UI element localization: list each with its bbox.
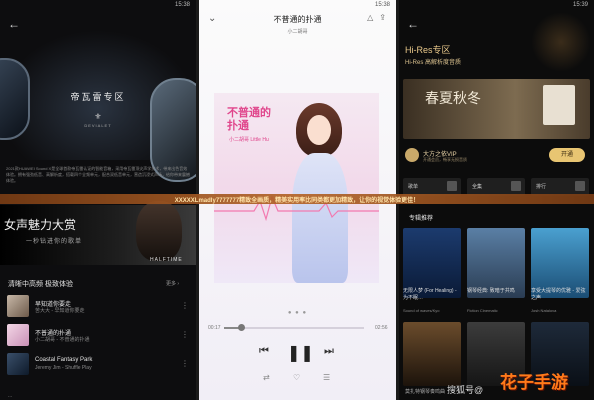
hero-banner: 帝瓦雷专区 ⚜ DEVIALET	[0, 30, 196, 182]
artist-name[interactable]: 小二胡哥	[199, 28, 396, 35]
section-title: 清晰中高频 极致体验	[8, 281, 73, 288]
status-bar: 15:38	[199, 0, 396, 9]
zone-description: 2021款HUAWEI Sound X是全球首款帝瓦雷认证的智能音箱，采用帝瓦雷…	[6, 166, 190, 183]
status-bar: 15:39	[399, 0, 594, 9]
playlist-icon[interactable]: ☰	[323, 373, 330, 382]
devialet-logo-icon: ⚜	[94, 112, 102, 121]
bottom-text: ...	[8, 393, 13, 399]
song-title: Coastal Fantasy Park	[35, 357, 93, 363]
category-thumb	[511, 181, 521, 191]
category-label: 排行	[536, 184, 547, 190]
zone-subtitle: Hi-Res 高解析度音质	[405, 60, 462, 66]
album-thumb	[7, 324, 29, 346]
status-time: 15:38	[174, 1, 190, 8]
album-thumb	[7, 353, 29, 375]
vip-description: 开通会员，畅享无损音质	[423, 157, 467, 162]
category-label: 全集	[472, 184, 483, 190]
album-card[interactable]: 享受大提琴的优雅 - 爱弦之声	[531, 228, 589, 301]
cover-subtitle: 小二胡哥 Little Hu	[229, 137, 269, 143]
overlay-caption-band: XXXXXLmadly7777777精致全画质，精美实用率比同类都更加精致，让你…	[0, 194, 594, 204]
back-arrow-icon[interactable]: ←	[8, 18, 20, 30]
watermark-text: 搜狐号@	[447, 385, 484, 395]
song-sub: 小二胡哥 - 不普通的扑通	[35, 337, 90, 343]
playlist-banner[interactable]: 女声魅力大赏 一秒钻进你的歌单 HALFTIME	[0, 201, 196, 265]
pause-icon[interactable]: ❚❚	[287, 343, 314, 363]
share-icon[interactable]: ⇪	[379, 13, 386, 22]
more-vert-icon[interactable]: ⋮	[181, 330, 189, 339]
banner-subtitle: 一秒钻进你的歌单	[26, 239, 83, 245]
vip-avatar	[405, 148, 419, 162]
album-cover: 不普通的 扑通 小二胡哥 Little Hu	[214, 93, 379, 283]
previous-icon[interactable]: ⏮	[259, 345, 269, 358]
more-vert-icon[interactable]: ⋮	[181, 301, 189, 310]
status-time: 15:39	[572, 1, 588, 8]
album-title: 享受大提琴的优雅 - 爱弦之声	[531, 288, 586, 301]
list-item[interactable]: Coastal Fantasy Park Jeremy Jim - Shuffl…	[7, 353, 191, 377]
time-total: 02:56	[375, 325, 388, 331]
featured-banner[interactable]: 春夏秋冬	[403, 79, 590, 139]
progress-knob[interactable]	[237, 324, 245, 331]
back-arrow-icon[interactable]: ←	[407, 18, 419, 30]
more-label: 更多	[166, 281, 177, 287]
open-vip-button[interactable]: 开通	[549, 148, 585, 162]
song-sub: Jeremy Jim - Shuffle Play	[35, 365, 92, 371]
category-thumb	[447, 181, 457, 191]
repeat-icon[interactable]: ⇄	[263, 373, 270, 382]
album-card[interactable]: 无限人梦 (For Healing) - 为不眠…	[403, 228, 461, 301]
list-item[interactable]: 不普通的扑通 小二胡哥 - 不普通的扑通 ⋮	[7, 324, 191, 348]
cover-singer-face	[307, 115, 331, 145]
more-vert-icon[interactable]: ⋮	[181, 359, 189, 368]
header-actions: △ ⇪	[367, 13, 386, 22]
cat-photo	[543, 85, 575, 125]
status-time: 15:38	[374, 1, 390, 8]
bottom-text: 莫扎特钢琴奏鸣曲	[405, 389, 446, 395]
section-title: 专辑推荐	[409, 216, 434, 222]
album-title: 无限人梦 (For Healing) - 为不眠…	[403, 288, 457, 301]
status-bar: 15:38	[0, 0, 196, 9]
cover-title-line1: 不普通的	[227, 107, 271, 119]
favorite-icon[interactable]: ♡	[293, 373, 300, 382]
category-thumb	[575, 181, 585, 191]
banner-tag: HALFTIME	[150, 257, 183, 263]
zone-title: 帝瓦雷专区	[70, 92, 126, 102]
album-artist: Josh Natalova	[531, 308, 557, 313]
banner-title: 春夏秋冬	[425, 91, 481, 107]
album-thumb	[7, 295, 29, 317]
album-card[interactable]	[403, 322, 461, 386]
song-sub: 苦大大 - 早知道你要走	[35, 308, 85, 314]
album-artist: Sound of waves/Kyo	[403, 308, 440, 313]
album-card[interactable]: 钢琴经典: 致暗于共鸣	[467, 228, 525, 298]
category-label: 歌单	[408, 184, 419, 190]
cover-title: 不普通的 扑通	[227, 107, 271, 133]
album-title: 钢琴经典: 致暗于共鸣	[467, 288, 515, 294]
logo-text: DEVIALET	[84, 123, 112, 128]
overlay-caption: XXXXXLmadly7777777精致全画质，精美实用率比同类都更加精致，让你…	[174, 198, 420, 204]
banner-title: 女声魅力大赏	[4, 218, 77, 232]
zone-title: Hi-Res专区	[405, 45, 451, 55]
singer-photo	[136, 201, 182, 261]
progress-slider[interactable]	[224, 324, 364, 331]
page-indicator: ● ● ●	[287, 310, 308, 316]
section-more-link[interactable]: 更多 ›	[166, 280, 179, 287]
vinyl-decoration	[531, 12, 591, 72]
cover-title-line2: 扑通	[227, 120, 249, 132]
watermark-brand: 花子手游	[500, 373, 568, 392]
time-current: 00:17	[208, 325, 221, 331]
list-item[interactable]: 早知道你要走 苦大大 - 早知道你要走 ⋮	[7, 295, 191, 319]
album-artist: Fiction Cinematic	[467, 308, 498, 313]
sound-effect-icon[interactable]: △	[367, 13, 373, 22]
next-icon[interactable]: ⏭	[324, 345, 334, 358]
